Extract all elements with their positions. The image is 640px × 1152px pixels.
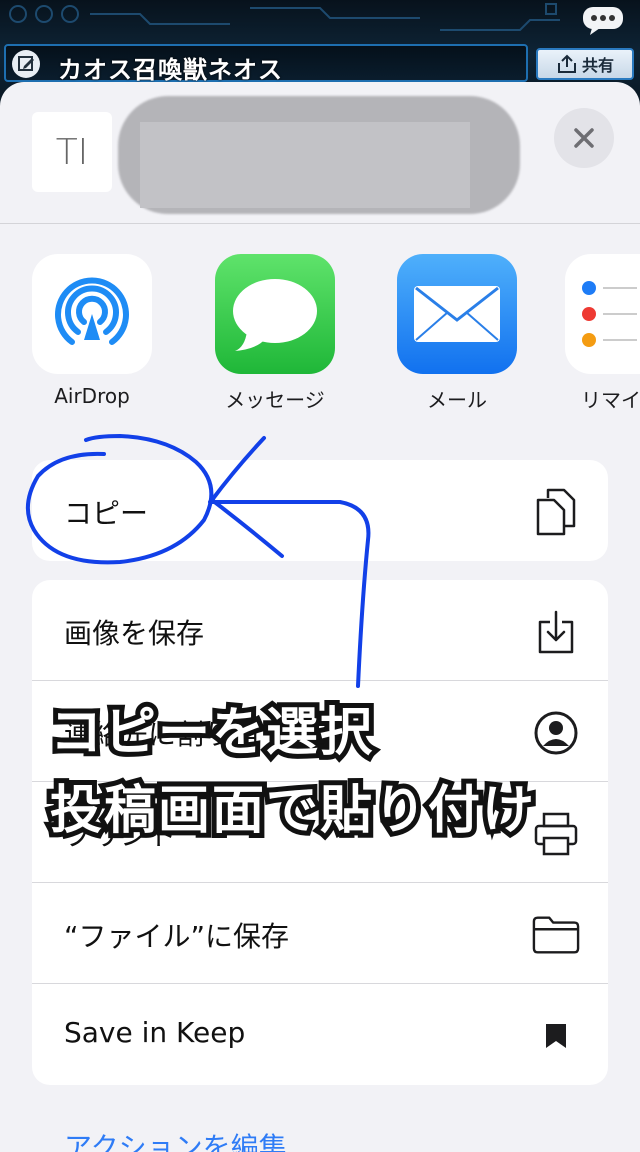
download-icon (532, 608, 580, 656)
action-copy[interactable]: コピー (32, 460, 608, 561)
edit-icon[interactable] (12, 50, 40, 78)
edit-actions-link[interactable]: アクションを編集 (64, 1126, 287, 1152)
share-button[interactable]: 共有 (536, 48, 634, 80)
app-label: メール (427, 388, 487, 412)
app-messages[interactable]: メッセージ (200, 254, 350, 414)
action-label: 画像を保存 (64, 617, 205, 650)
app-header: カオス召喚獣ネオス 共有 (0, 0, 640, 90)
person-circle-icon (532, 709, 580, 757)
text-document-icon: TI (55, 131, 89, 173)
chat-bubble-icon[interactable] (582, 6, 624, 36)
share-sheet-header: TI (0, 82, 640, 224)
messages-icon (215, 254, 335, 374)
action-group-copy: コピー (32, 460, 608, 561)
action-group-main: 画像を保存 連絡先に割り当てる プリント “ファイル”に保存 Save in K… (32, 580, 608, 1085)
preview-thumbnail: TI (32, 112, 112, 192)
share-icon (557, 54, 576, 73)
app-label: リマイ (581, 388, 640, 412)
copy-icon (532, 488, 580, 536)
printer-icon (532, 810, 580, 858)
share-label: 共有 (581, 56, 614, 75)
action-label: コピー (64, 497, 149, 530)
action-save-image[interactable]: 画像を保存 (32, 580, 608, 681)
action-save-keep[interactable]: Save in Keep (32, 984, 608, 1085)
app-label: メッセージ (225, 388, 325, 412)
app-mail[interactable]: メール (382, 254, 532, 414)
bookmark-icon (532, 1012, 580, 1060)
app-reminders[interactable]: リマイ (565, 254, 640, 414)
action-label: “ファイル”に保存 (64, 920, 290, 953)
airdrop-icon (32, 254, 152, 374)
action-assign-contact[interactable]: 連絡先に割り当てる (32, 681, 608, 782)
close-button[interactable] (554, 108, 614, 168)
app-airdrop[interactable]: AirDrop (17, 254, 167, 414)
close-icon (574, 128, 594, 148)
action-label: プリント (64, 819, 177, 852)
share-sheet: TI AirDrop メッセージ メール リマイ コピー 画像を保存 連絡先に割… (0, 82, 640, 1152)
mail-icon (397, 254, 517, 374)
action-print[interactable]: プリント (32, 782, 608, 883)
share-app-row: AirDrop メッセージ メール リマイ (0, 254, 640, 414)
folder-icon (532, 911, 580, 959)
reminders-icon (565, 254, 640, 374)
title-bar: カオス召喚獣ネオス (4, 44, 528, 84)
action-save-files[interactable]: “ファイル”に保存 (32, 883, 608, 984)
redacted-area-inner (140, 122, 470, 208)
action-label: 連絡先に割り当てる (64, 718, 317, 751)
app-label: AirDrop (54, 384, 130, 408)
page-title: カオス召喚獣ネオス (58, 56, 283, 84)
action-label: Save in Keep (64, 1016, 246, 1049)
